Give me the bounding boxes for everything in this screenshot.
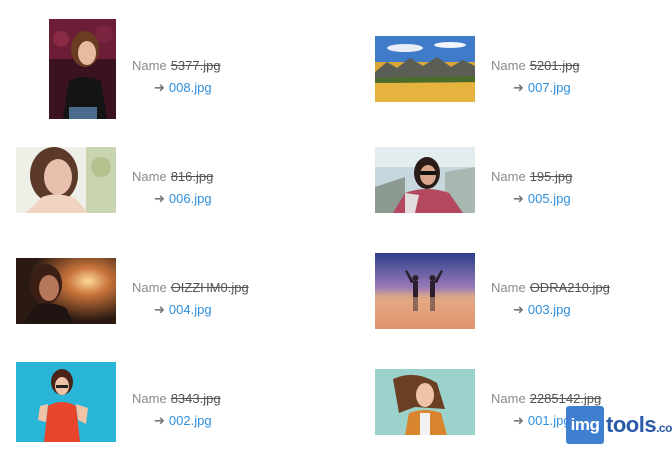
new-filename: 003.jpg xyxy=(527,302,571,317)
original-name-row: Name 5377.jpg xyxy=(132,55,221,77)
new-name-row: ➜ 007.jpg xyxy=(491,77,580,99)
arrow-icon: ➜ xyxy=(154,413,165,428)
arrow-icon: ➜ xyxy=(154,191,165,206)
name-label: Name xyxy=(491,169,526,184)
thumbnail-image xyxy=(375,369,475,435)
original-name-row: Name 195.jpg xyxy=(491,166,572,188)
thumbnail-image xyxy=(375,36,475,102)
name-label: Name xyxy=(491,58,526,73)
thumbnail-image xyxy=(16,147,116,213)
arrow-icon: ➜ xyxy=(513,80,524,95)
new-name-row: ➜ 002.jpg xyxy=(132,410,221,432)
logo-wordmark: tools.co xyxy=(606,412,672,438)
new-name-row: ➜ 005.jpg xyxy=(491,188,572,210)
new-filename: 007.jpg xyxy=(527,80,571,95)
file-item: Name 8343.jpg ➜ 002.jpg xyxy=(16,352,346,452)
new-filename: 006.jpg xyxy=(168,191,212,206)
original-name-row: Name 816.jpg xyxy=(132,166,213,188)
file-item: Name ODRA210.jpg ➜ 003.jpg xyxy=(375,241,672,341)
file-item: Name 195.jpg ➜ 005.jpg xyxy=(375,130,672,230)
original-filename: OIZZHM0.jpg xyxy=(170,280,249,295)
new-name-row: ➜ 004.jpg xyxy=(132,299,249,321)
new-name-row: ➜ 008.jpg xyxy=(132,77,221,99)
thumbnail-image xyxy=(375,147,475,213)
original-filename: ODRA210.jpg xyxy=(529,280,610,295)
original-filename: 5201.jpg xyxy=(529,58,580,73)
new-name-row: ➜ 003.jpg xyxy=(491,299,610,321)
original-filename: 816.jpg xyxy=(170,169,214,184)
new-filename: 005.jpg xyxy=(527,191,571,206)
name-label: Name xyxy=(132,280,167,295)
thumbnail-image xyxy=(375,253,475,329)
file-item: Name 5377.jpg ➜ 008.jpg xyxy=(16,19,346,119)
new-filename: 004.jpg xyxy=(168,302,212,317)
arrow-icon: ➜ xyxy=(513,302,524,317)
original-name-row: Name 8343.jpg xyxy=(132,388,221,410)
original-name-row: Name ODRA210.jpg xyxy=(491,277,610,299)
file-item: Name 816.jpg ➜ 006.jpg xyxy=(16,130,346,230)
arrow-icon: ➜ xyxy=(513,413,524,428)
original-name-row: Name 5201.jpg xyxy=(491,55,580,77)
thumbnail-image xyxy=(16,258,116,324)
name-label: Name xyxy=(132,58,167,73)
new-name-row: ➜ 006.jpg xyxy=(132,188,213,210)
file-item: Name 5201.jpg ➜ 007.jpg xyxy=(375,19,672,119)
imgtools-logo: img tools.co xyxy=(566,404,672,448)
original-filename: 5377.jpg xyxy=(170,58,221,73)
arrow-icon: ➜ xyxy=(154,302,165,317)
new-filename: 002.jpg xyxy=(168,413,212,428)
arrow-icon: ➜ xyxy=(154,80,165,95)
logo-suffix: .co xyxy=(656,421,672,435)
name-label: Name xyxy=(491,391,526,406)
original-filename: 195.jpg xyxy=(529,169,573,184)
file-item: Name OIZZHM0.jpg ➜ 004.jpg xyxy=(16,241,346,341)
original-filename: 8343.jpg xyxy=(170,391,221,406)
logo-img-box: img xyxy=(566,406,604,444)
arrow-icon: ➜ xyxy=(513,191,524,206)
new-filename: 008.jpg xyxy=(168,80,212,95)
name-label: Name xyxy=(491,280,526,295)
logo-tools-text: tools xyxy=(606,412,657,437)
name-label: Name xyxy=(132,169,167,184)
original-name-row: Name OIZZHM0.jpg xyxy=(132,277,249,299)
new-filename: 001.jpg xyxy=(527,413,571,428)
name-label: Name xyxy=(132,391,167,406)
thumbnail-image xyxy=(16,362,116,442)
thumbnail-image xyxy=(49,19,116,119)
